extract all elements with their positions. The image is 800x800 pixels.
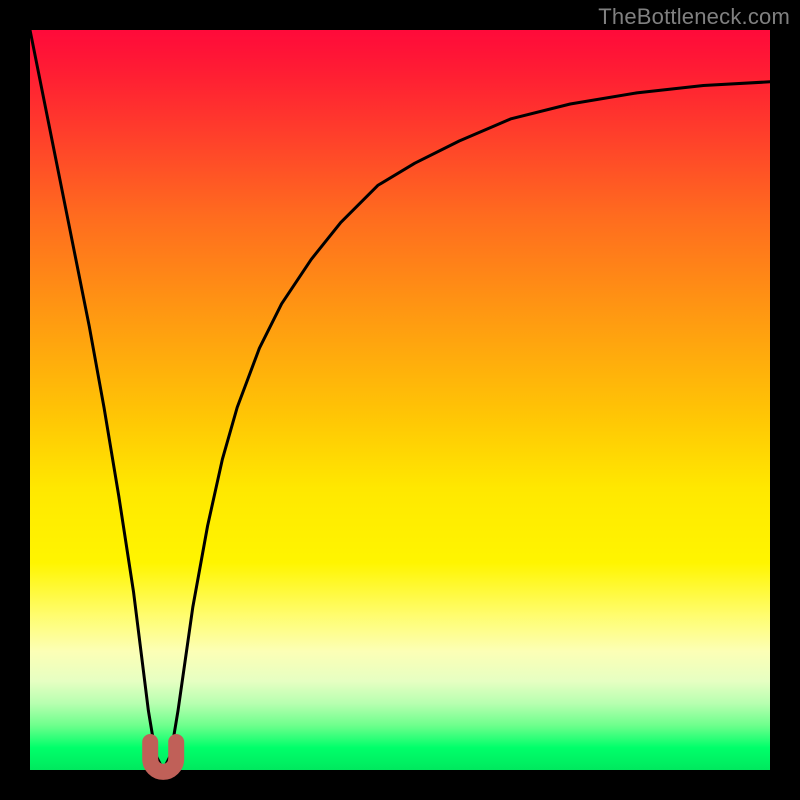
chart-frame: TheBottleneck.com bbox=[0, 0, 800, 800]
optimal-point-marker bbox=[150, 742, 176, 772]
curve-layer bbox=[30, 30, 770, 770]
attribution-label: TheBottleneck.com bbox=[598, 4, 790, 30]
bottleneck-curve bbox=[30, 30, 770, 770]
plot-area bbox=[30, 30, 770, 770]
